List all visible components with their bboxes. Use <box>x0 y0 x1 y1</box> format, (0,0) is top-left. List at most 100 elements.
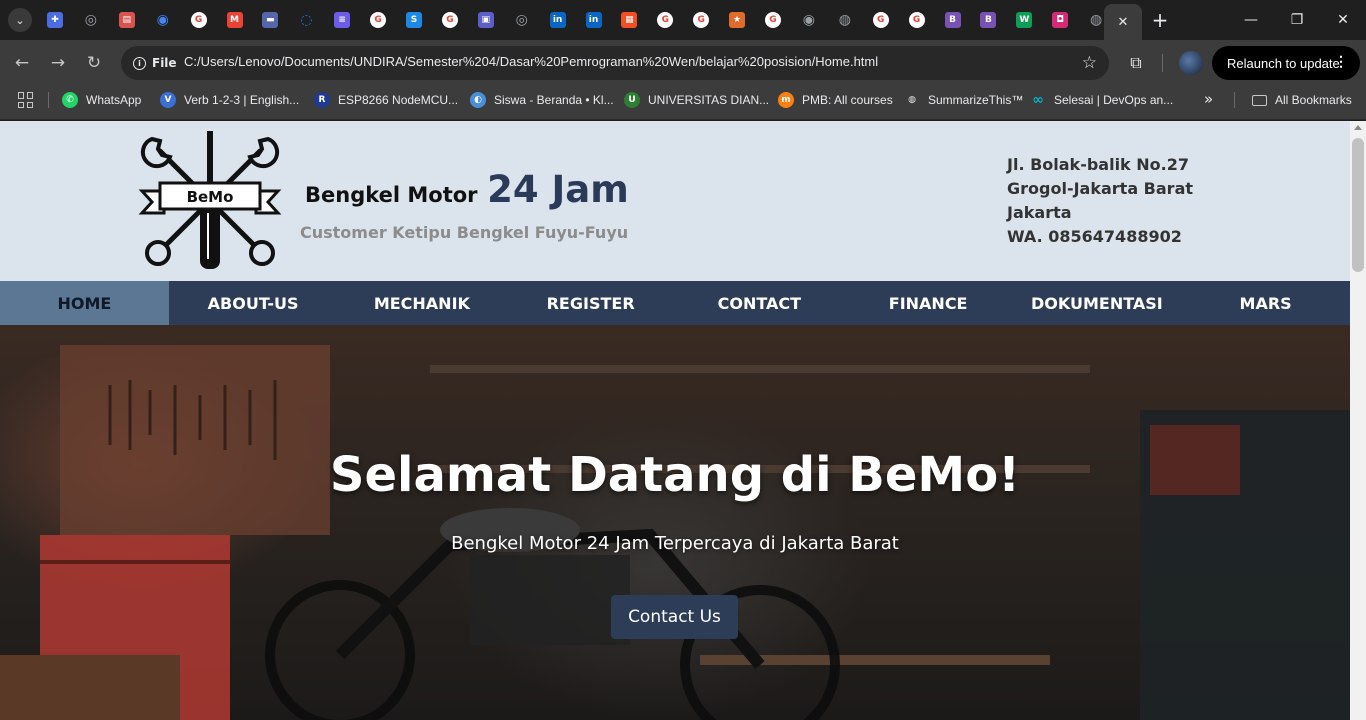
minimize-button[interactable]: — <box>1228 6 1274 34</box>
browser-tab[interactable]: G <box>438 8 462 32</box>
browser-tab[interactable]: ◍ <box>833 8 857 32</box>
browser-tab[interactable]: ▣ <box>474 8 498 32</box>
browser-tab[interactable]: ◉ <box>797 8 821 32</box>
browser-tab[interactable]: ◉ <box>151 8 175 32</box>
browser-tab[interactable]: ▤ <box>115 8 139 32</box>
close-window-button[interactable]: ✕ <box>1320 6 1366 34</box>
star-app-icon: ★ <box>729 12 746 28</box>
nav-dokumentasi[interactable]: DOKUMENTASI <box>1013 281 1182 325</box>
bookmark-item[interactable]: m PMB: All courses <box>778 91 893 109</box>
bookmark-label: UNIVERSITAS DIAN... <box>648 93 770 107</box>
profile-avatar[interactable] <box>1179 51 1203 75</box>
site-icon: ▬ <box>262 12 279 28</box>
s-icon: S <box>406 12 422 28</box>
google-icon: G <box>657 12 674 28</box>
google-icon: G <box>190 12 207 28</box>
contact-address: Jl. Bolak-balik No.27 Grogol-Jakarta Bar… <box>1007 153 1193 249</box>
bookmark-star-icon[interactable]: ☆ <box>1082 53 1097 73</box>
puzzle-app-icon: ✚ <box>47 12 63 28</box>
browser-tab[interactable]: G <box>366 8 390 32</box>
browser-tab[interactable]: G <box>187 8 211 32</box>
browser-tab[interactable]: ▬ <box>258 8 282 32</box>
nav-about-us[interactable]: ABOUT-US <box>169 281 338 325</box>
hero-subtitle: Bengkel Motor 24 Jam Terpercaya di Jakar… <box>451 533 899 554</box>
sync-icon: ◌ <box>300 12 313 28</box>
url-text[interactable]: C:/Users/Lenovo/Documents/UNDIRA/Semeste… <box>184 54 878 69</box>
site-info-chip[interactable]: i File <box>127 51 183 75</box>
address-line: Jakarta <box>1007 203 1072 222</box>
globe-icon: ◍ <box>1089 12 1103 28</box>
bookmark-item[interactable]: ✆ WhatsApp <box>62 91 141 109</box>
active-tab[interactable]: ✕ <box>1104 4 1142 40</box>
nav-mechanik[interactable]: MECHANIK <box>338 281 507 325</box>
brand-highlight: 24 Jam <box>487 168 629 211</box>
browser-tab[interactable]: G <box>761 8 785 32</box>
browser-tab[interactable]: G <box>869 8 893 32</box>
infinity-icon: ∞ <box>1032 92 1044 108</box>
university-icon: U <box>624 92 640 108</box>
relaunch-button[interactable]: Relaunch to update ⋮ <box>1212 46 1360 80</box>
maximize-button[interactable]: ❐ <box>1274 6 1320 34</box>
nav-finance[interactable]: FINANCE <box>844 281 1013 325</box>
browser-tab[interactable]: ◎ <box>79 8 103 32</box>
browser-tab[interactable]: W <box>1012 8 1036 32</box>
browser-tab[interactable]: ★ <box>725 8 749 32</box>
back-button[interactable]: ← <box>10 51 34 75</box>
nav-contact[interactable]: CONTACT <box>675 281 844 325</box>
browser-tab[interactable]: ◎ <box>510 8 534 32</box>
bookmark-item[interactable]: V Verb 1-2-3 | English... <box>160 91 299 109</box>
main-navigation: HOME ABOUT-US MECHANIK REGISTER CONTACT … <box>0 281 1350 325</box>
hero-title: Selamat Datang di BeMo! <box>329 447 1021 503</box>
google-icon: G <box>370 12 387 28</box>
browser-tab[interactable]: G <box>905 8 929 32</box>
list-icon: ≡ <box>334 12 351 28</box>
bookmark-item[interactable]: ◍ SummarizeThis™ <box>904 91 1023 109</box>
document-icon: ▤ <box>118 12 135 28</box>
reload-button[interactable]: ↻ <box>82 51 106 75</box>
scroll-up-arrow-icon[interactable] <box>1354 125 1362 130</box>
bookmark-item[interactable]: ∞ Selesai | DevOps an... <box>1030 91 1173 109</box>
browser-tab[interactable]: S <box>402 8 426 32</box>
extensions-icon[interactable]: ⧉ <box>1124 51 1148 75</box>
google-icon: G <box>693 12 710 28</box>
r-icon: R <box>314 92 330 108</box>
browser-tab[interactable]: M <box>223 8 247 32</box>
linkedin-icon: in <box>549 12 566 28</box>
browser-tab[interactable]: in <box>546 8 570 32</box>
scrollbar-thumb[interactable] <box>1352 138 1364 272</box>
browser-tab[interactable]: G <box>653 8 677 32</box>
brand-name: Bengkel Motor <box>305 183 478 207</box>
new-tab-button[interactable]: + <box>1148 8 1172 32</box>
browser-tab[interactable]: ▦ <box>617 8 641 32</box>
bookmark-label: Selesai | DevOps an... <box>1054 93 1174 107</box>
browser-tab[interactable]: G <box>689 8 713 32</box>
browser-tab[interactable]: ◘ <box>1048 8 1072 32</box>
tab-search-button[interactable]: ⌄ <box>8 8 32 32</box>
contact-us-button[interactable]: Contact Us <box>611 595 738 639</box>
nav-mars[interactable]: MARS <box>1181 281 1350 325</box>
bookmark-item[interactable]: R ESP8266 NodeMCU... <box>314 91 458 109</box>
browser-tab[interactable]: in <box>582 8 606 32</box>
forward-button[interactable]: → <box>46 51 70 75</box>
close-icon[interactable]: ✕ <box>1118 15 1129 30</box>
gmail-icon: M <box>226 12 243 28</box>
bootstrap-icon: B <box>980 12 997 28</box>
bookmark-item[interactable]: U UNIVERSITAS DIAN... <box>624 91 769 109</box>
bookmark-item[interactable]: ◐ Siswa - Beranda • Kl... <box>470 91 614 109</box>
browser-tab[interactable]: B <box>941 8 965 32</box>
nav-register[interactable]: REGISTER <box>506 281 675 325</box>
more-bookmarks-icon[interactable]: » <box>1204 90 1213 108</box>
verb-site-icon: V <box>160 92 176 108</box>
browser-tab[interactable]: B <box>976 8 1000 32</box>
more-menu-icon[interactable]: ⋮ <box>1334 53 1348 70</box>
apps-grid-icon[interactable] <box>18 92 34 108</box>
browser-tab[interactable]: ◌ <box>294 8 318 32</box>
nav-home[interactable]: HOME <box>0 281 169 325</box>
bemo-logo: BeMo <box>138 131 282 269</box>
all-bookmarks-button[interactable]: All Bookmarks <box>1252 91 1352 109</box>
browser-tab[interactable]: ✚ <box>43 8 67 32</box>
bookmarks-divider <box>48 92 49 108</box>
google-icon: G <box>908 12 925 28</box>
browser-tab[interactable]: ≡ <box>330 8 354 32</box>
address-bar[interactable]: i File C:/Users/Lenovo/Documents/UNDIRA/… <box>121 46 1109 80</box>
